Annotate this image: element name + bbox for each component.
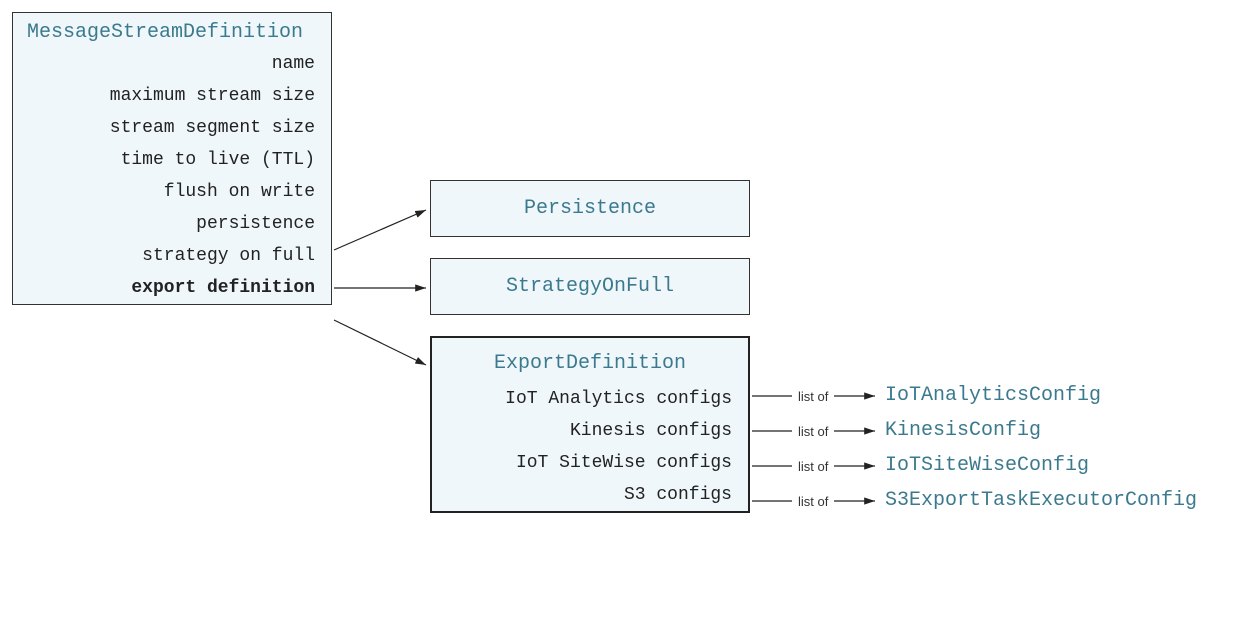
listof-label-4: list of — [798, 494, 828, 509]
export-definition-box: ExportDefinition IoT Analytics configs K… — [430, 336, 750, 513]
msd-prop-flush: flush on write — [13, 176, 331, 208]
listof-label-1: list of — [798, 389, 828, 404]
message-stream-definition-box: MessageStreamDefinition name maximum str… — [12, 12, 332, 305]
export-row-iot-analytics: IoT Analytics configs — [432, 383, 748, 415]
msd-title: MessageStreamDefinition — [13, 13, 331, 48]
msd-prop-export: export definition — [13, 272, 331, 304]
msd-prop-persistence: persistence — [13, 208, 331, 240]
export-row-s3: S3 configs — [432, 479, 748, 511]
type-iot-sitewise-config: IoTSiteWiseConfig — [885, 454, 1089, 477]
strategy-on-full-box: StrategyOnFull — [430, 258, 750, 315]
msd-prop-strategy: strategy on full — [13, 240, 331, 272]
listof-label-3: list of — [798, 459, 828, 474]
type-kinesis-config: KinesisConfig — [885, 419, 1041, 442]
type-s3-export-config: S3ExportTaskExecutorConfig — [885, 489, 1197, 512]
msd-prop-segment-size: stream segment size — [13, 112, 331, 144]
arrow-export — [334, 320, 426, 365]
listof-label-2: list of — [798, 424, 828, 439]
export-row-sitewise: IoT SiteWise configs — [432, 447, 748, 479]
persistence-title: Persistence — [431, 181, 749, 236]
msd-prop-ttl: time to live (TTL) — [13, 144, 331, 176]
export-title: ExportDefinition — [432, 338, 748, 383]
msd-prop-name: name — [13, 48, 331, 80]
msd-prop-max-size: maximum stream size — [13, 80, 331, 112]
strategy-title: StrategyOnFull — [431, 259, 749, 314]
type-iot-analytics-config: IoTAnalyticsConfig — [885, 384, 1101, 407]
persistence-box: Persistence — [430, 180, 750, 237]
export-row-kinesis: Kinesis configs — [432, 415, 748, 447]
arrow-persistence — [334, 210, 426, 250]
